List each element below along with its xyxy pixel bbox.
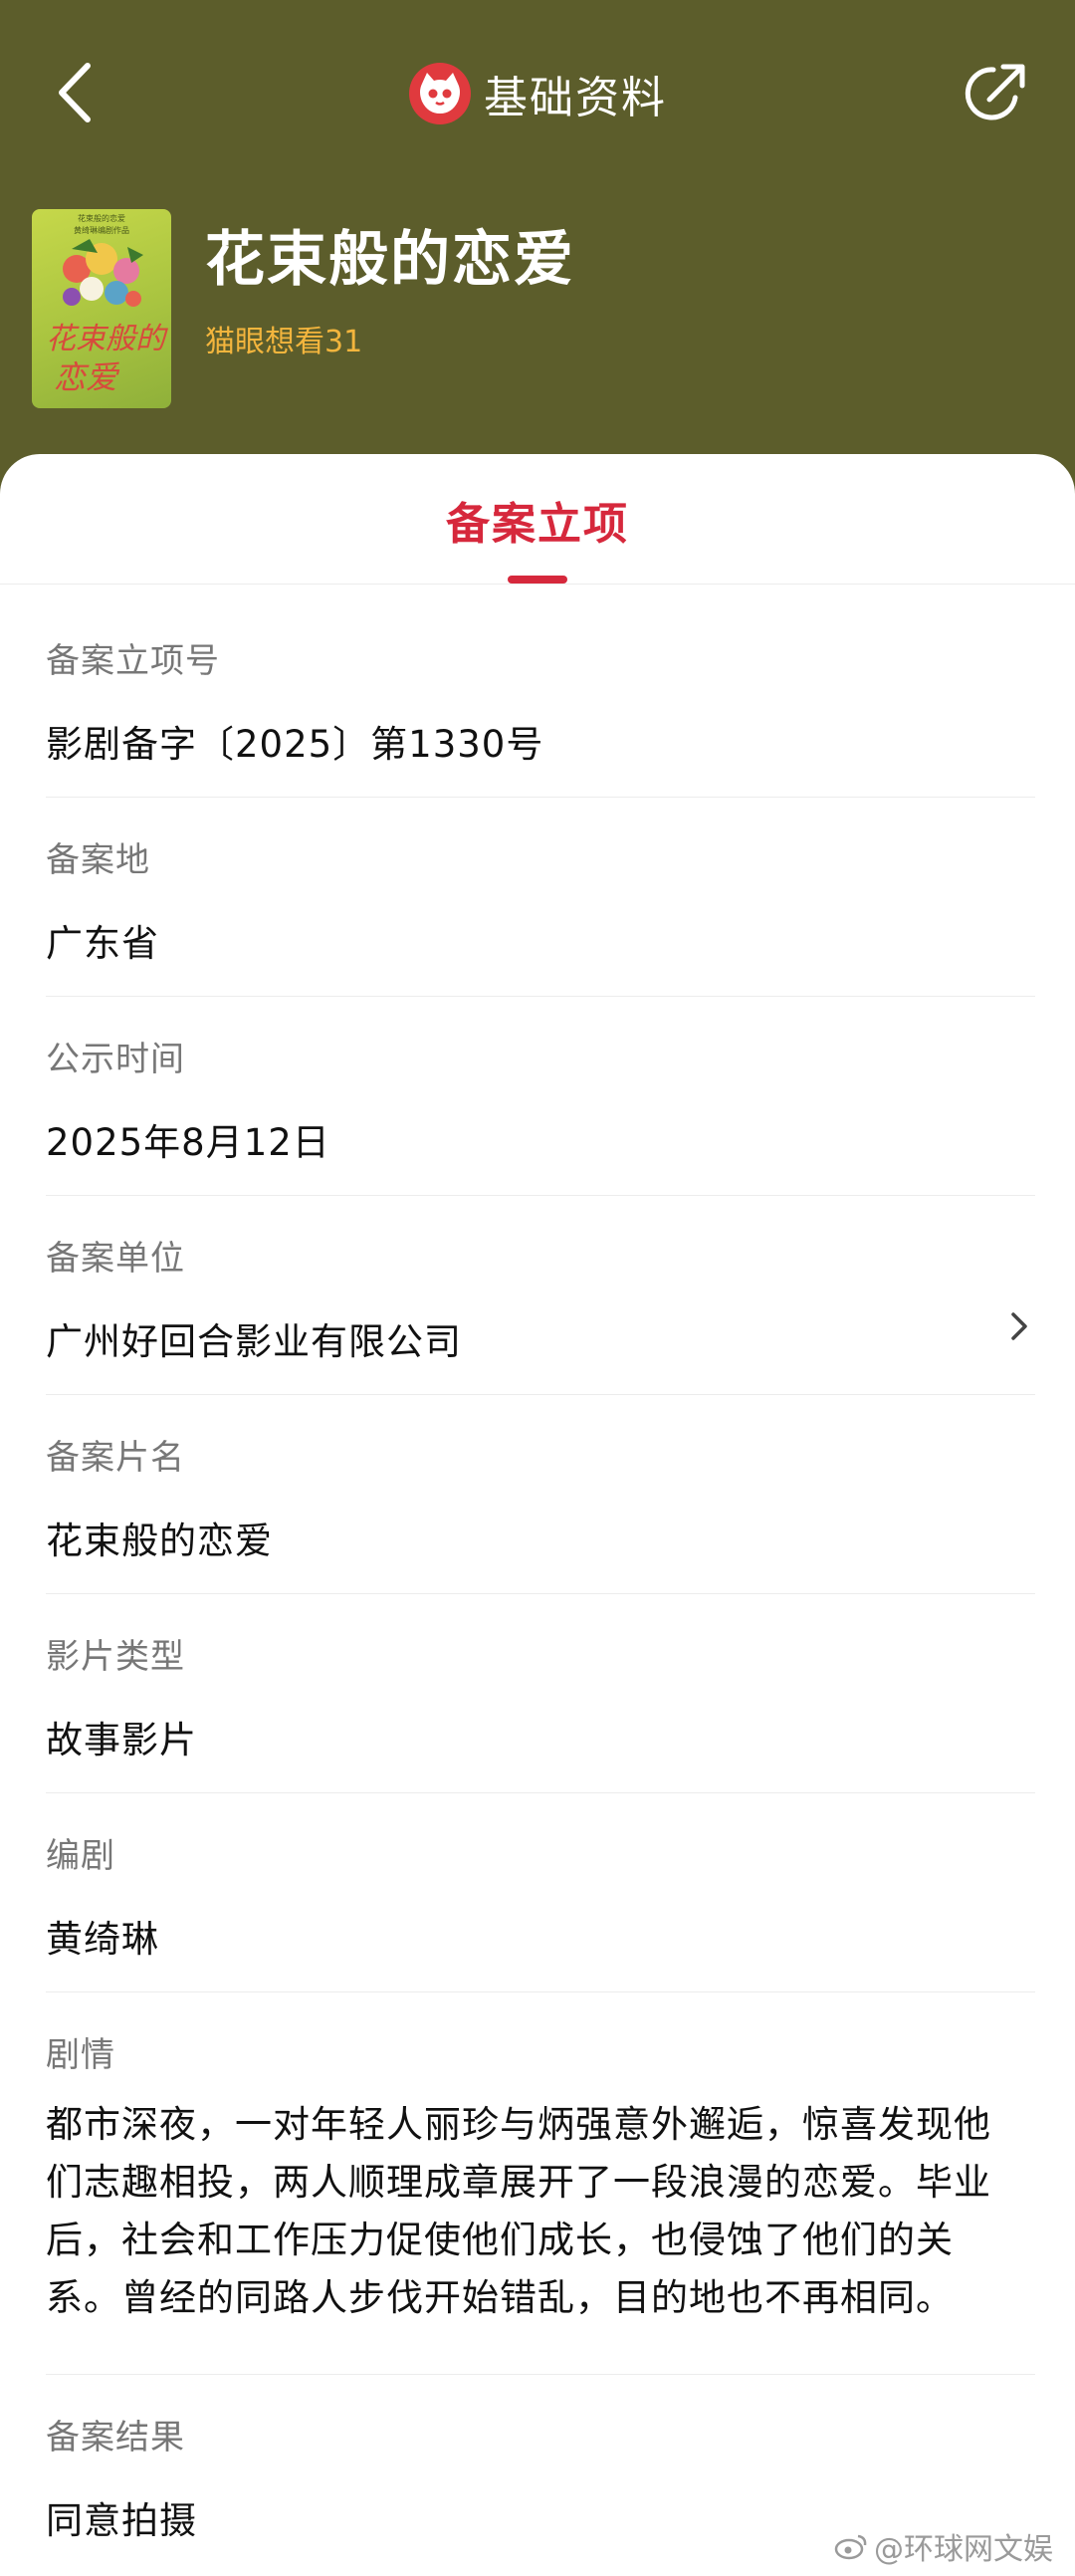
field-value: 影剧备字〔2025〕第1330号 bbox=[46, 723, 544, 766]
watermark: @环球网文娱 bbox=[834, 2524, 1053, 2568]
info-sheet: 备案立项 备案立项号 影剧备字〔2025〕第1330号 备案地 广东省 公示时间… bbox=[0, 454, 1075, 2576]
field-filing-number: 备案立项号 影剧备字〔2025〕第1330号 bbox=[46, 633, 1035, 768]
field-value: 花束般的恋爱 bbox=[46, 1520, 273, 1562]
field-publish-date: 公示时间 2025年8月12日 bbox=[46, 1032, 1035, 1166]
back-button[interactable] bbox=[48, 58, 108, 127]
field-filing-company[interactable]: 备案单位 广州好回合影业有限公司 bbox=[46, 1231, 1035, 1365]
watermark-text: @环球网文娱 bbox=[874, 2532, 1053, 2567]
divider bbox=[46, 1593, 1035, 1594]
share-button[interactable] bbox=[960, 58, 1031, 129]
field-label: 备案地 bbox=[46, 840, 150, 880]
field-filing-title: 备案片名 花束般的恋爱 bbox=[46, 1430, 1035, 1564]
flower-bouquet bbox=[63, 239, 143, 307]
field-label: 剧情 bbox=[46, 2035, 115, 2075]
field-value: 2025年8月12日 bbox=[46, 1121, 330, 1164]
poster-top-text-1: 花束般的恋爱 bbox=[78, 213, 125, 223]
field-label: 公示时间 bbox=[46, 1040, 185, 1079]
field-synopsis: 剧情 都市深夜，一对年轻人丽珍与炳强意外邂逅，惊喜发现他 们志趣相投，两人顺理成… bbox=[46, 2027, 1035, 2327]
chevron-right-icon[interactable] bbox=[1007, 1306, 1031, 1346]
poster-artwork: 花束般的恋爱 黄绮琳编剧作品 花束般的 恋爱 bbox=[46, 213, 168, 396]
chevron-left-icon bbox=[59, 63, 91, 122]
tab-bar: 备案立项 bbox=[0, 454, 1075, 585]
movie-poster[interactable]: 花束般的恋爱 黄绮琳编剧作品 花束般的 恋爱 bbox=[32, 209, 171, 408]
divider bbox=[46, 996, 1035, 997]
divider bbox=[46, 1991, 1035, 1992]
field-label: 备案立项号 bbox=[46, 641, 220, 681]
field-label: 编剧 bbox=[46, 1836, 115, 1876]
field-value: 黄绮琳 bbox=[46, 1918, 159, 1961]
field-film-type: 影片类型 故事影片 bbox=[46, 1629, 1035, 1763]
divider bbox=[46, 2374, 1035, 2375]
field-filing-location: 备案地 广东省 bbox=[46, 832, 1035, 967]
movie-title: 花束般的恋爱 bbox=[205, 225, 575, 295]
field-value[interactable]: 广州好回合影业有限公司 bbox=[46, 1311, 1035, 1365]
divider bbox=[46, 1792, 1035, 1793]
field-label: 备案单位 bbox=[46, 1239, 185, 1279]
divider bbox=[46, 1195, 1035, 1196]
field-label: 备案片名 bbox=[46, 1438, 185, 1478]
field-screenwriter: 编剧 黄绮琳 bbox=[46, 1828, 1035, 1963]
tab-filing[interactable]: 备案立项 bbox=[0, 488, 1075, 552]
field-value: 故事影片 bbox=[46, 1719, 197, 1761]
synopsis-text: 都市深夜，一对年轻人丽珍与炳强意外邂逅，惊喜发现他 们志趣相投，两人顺理成章展开… bbox=[46, 2096, 1035, 2327]
poster-top-text-2: 黄绮琳编剧作品 bbox=[74, 225, 129, 235]
synopsis-line: 系。曾经的同路人步伐开始错乱，目的地也不再相同。 bbox=[46, 2276, 954, 2319]
divider bbox=[46, 797, 1035, 798]
tab-active-indicator bbox=[508, 576, 567, 584]
synopsis-line: 后，社会和工作压力促使他们成长，也侵蚀了他们的关 bbox=[46, 2219, 954, 2261]
field-label: 备案结果 bbox=[46, 2418, 185, 2458]
poster-calligraphy-1: 花束般的 bbox=[46, 322, 168, 356]
synopsis-line: 都市深夜，一对年轻人丽珍与炳强意外邂逅，惊喜发现他 bbox=[46, 2103, 991, 2146]
synopsis-line: 们志趣相投，两人顺理成章展开了一段浪漫的恋爱。毕业 bbox=[46, 2161, 991, 2204]
header-title-group: 基础资料 bbox=[0, 58, 1075, 129]
poster-calligraphy-2: 恋爱 bbox=[54, 358, 120, 396]
want-to-see-count: 猫眼想看31 bbox=[205, 325, 363, 359]
divider bbox=[46, 1394, 1035, 1395]
weibo-icon bbox=[834, 2534, 867, 2560]
field-value: 广东省 bbox=[46, 922, 159, 965]
page-title: 基础资料 bbox=[484, 73, 667, 123]
field-label: 影片类型 bbox=[46, 1637, 185, 1677]
maoyan-cat-logo bbox=[409, 63, 471, 124]
share-icon bbox=[965, 64, 1025, 120]
